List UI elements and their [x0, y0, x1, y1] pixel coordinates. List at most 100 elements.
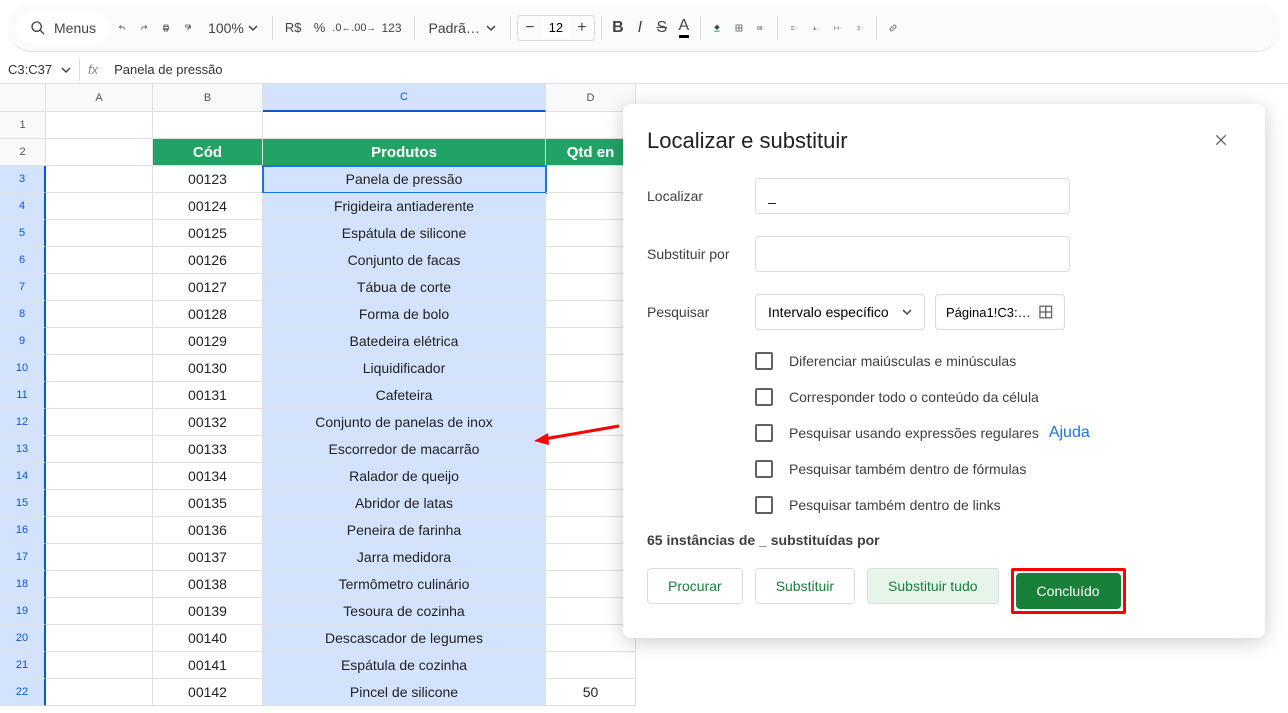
- text-color-icon[interactable]: A: [674, 18, 694, 38]
- cell[interactable]: 00125: [153, 220, 263, 247]
- cell[interactable]: Tábua de corte: [263, 274, 546, 301]
- cell[interactable]: Frigideira antiaderente: [263, 193, 546, 220]
- text-rotation-icon[interactable]: [850, 18, 870, 38]
- decrease-font-button[interactable]: −: [518, 16, 542, 40]
- done-button[interactable]: Concluído: [1016, 573, 1121, 609]
- cell[interactable]: Espátula de cozinha: [263, 652, 546, 679]
- paint-format-icon[interactable]: [178, 18, 198, 38]
- cell[interactable]: 00138: [153, 571, 263, 598]
- text-wrap-icon[interactable]: [828, 18, 848, 38]
- cell[interactable]: [46, 301, 153, 328]
- col-header-d[interactable]: D: [546, 84, 636, 112]
- cell[interactable]: [46, 139, 153, 166]
- cell[interactable]: [46, 409, 153, 436]
- increase-font-button[interactable]: +: [570, 16, 594, 40]
- undo-icon[interactable]: [112, 18, 132, 38]
- range-input[interactable]: Página1!C3:C37: [935, 294, 1065, 330]
- strikethrough-icon[interactable]: S: [652, 18, 672, 38]
- row-header[interactable]: 20: [0, 625, 46, 652]
- cell[interactable]: 00124: [153, 193, 263, 220]
- cell[interactable]: Cafeteira: [263, 382, 546, 409]
- match-case-checkbox[interactable]: [755, 352, 773, 370]
- font-size-input[interactable]: [542, 17, 570, 39]
- close-button[interactable]: [1213, 124, 1245, 156]
- cell[interactable]: [46, 220, 153, 247]
- cell[interactable]: 00133: [153, 436, 263, 463]
- cell[interactable]: [46, 166, 153, 193]
- cell[interactable]: [46, 679, 153, 706]
- increase-decimal-icon[interactable]: .00→: [353, 18, 373, 38]
- cell[interactable]: 00140: [153, 625, 263, 652]
- cell[interactable]: 00134: [153, 463, 263, 490]
- merge-cells-icon[interactable]: [751, 18, 771, 38]
- cell[interactable]: Conjunto de panelas de inox: [263, 409, 546, 436]
- zoom-dropdown[interactable]: 100%: [200, 16, 266, 40]
- cell[interactable]: Ralador de queijo: [263, 463, 546, 490]
- fill-color-icon[interactable]: [707, 18, 727, 38]
- cell[interactable]: 00135: [153, 490, 263, 517]
- cell[interactable]: [46, 598, 153, 625]
- cell[interactable]: Tesoura de cozinha: [263, 598, 546, 625]
- col-header-b[interactable]: B: [153, 84, 263, 112]
- cell[interactable]: [46, 652, 153, 679]
- row-header[interactable]: 2: [0, 139, 46, 166]
- cell[interactable]: Produtos: [263, 139, 546, 166]
- cell[interactable]: 00136: [153, 517, 263, 544]
- row-header[interactable]: 5: [0, 220, 46, 247]
- cell[interactable]: Panela de pressão: [263, 166, 546, 193]
- col-header-c[interactable]: C: [263, 84, 546, 112]
- cell[interactable]: Peneira de farinha: [263, 517, 546, 544]
- cell[interactable]: [263, 112, 546, 139]
- row-header[interactable]: 19: [0, 598, 46, 625]
- cell[interactable]: Termômetro culinário: [263, 571, 546, 598]
- cell[interactable]: Abridor de latas: [263, 490, 546, 517]
- italic-icon[interactable]: I: [630, 18, 650, 38]
- decrease-decimal-icon[interactable]: .0←: [331, 18, 351, 38]
- row-header[interactable]: 13: [0, 436, 46, 463]
- row-header[interactable]: 9: [0, 328, 46, 355]
- cell[interactable]: [46, 382, 153, 409]
- cell[interactable]: [46, 274, 153, 301]
- search-links-checkbox[interactable]: [755, 496, 773, 514]
- replace-all-button[interactable]: Substituir tudo: [867, 568, 999, 604]
- cell[interactable]: Forma de bolo: [263, 301, 546, 328]
- find-button[interactable]: Procurar: [647, 568, 743, 604]
- bold-icon[interactable]: B: [608, 18, 628, 38]
- row-header[interactable]: 7: [0, 274, 46, 301]
- cell[interactable]: [46, 193, 153, 220]
- cell[interactable]: Pincel de silicone: [263, 679, 546, 706]
- replace-button[interactable]: Substituir: [755, 568, 855, 604]
- font-family-dropdown[interactable]: Padrã…: [421, 16, 504, 40]
- match-entire-cell-checkbox[interactable]: [755, 388, 773, 406]
- row-header[interactable]: 8: [0, 301, 46, 328]
- cell[interactable]: [46, 112, 153, 139]
- percent-format[interactable]: %: [309, 18, 329, 38]
- select-all-corner[interactable]: [0, 84, 46, 112]
- search-formulas-checkbox[interactable]: [755, 460, 773, 478]
- print-icon[interactable]: [156, 18, 176, 38]
- cell[interactable]: 00139: [153, 598, 263, 625]
- row-header[interactable]: 22: [0, 679, 46, 706]
- row-header[interactable]: 17: [0, 544, 46, 571]
- formula-input[interactable]: Panela de pressão: [106, 58, 1288, 81]
- cell[interactable]: 00123: [153, 166, 263, 193]
- cell[interactable]: [46, 625, 153, 652]
- cell[interactable]: 50: [546, 679, 636, 706]
- row-header[interactable]: 1: [0, 112, 46, 139]
- col-header-a[interactable]: A: [46, 84, 153, 112]
- cell[interactable]: 00131: [153, 382, 263, 409]
- cell[interactable]: Batedeira elétrica: [263, 328, 546, 355]
- cell[interactable]: Escorredor de macarrão: [263, 436, 546, 463]
- cell[interactable]: 00129: [153, 328, 263, 355]
- find-input[interactable]: [755, 178, 1070, 214]
- cell[interactable]: 00142: [153, 679, 263, 706]
- row-header[interactable]: 3: [0, 166, 46, 193]
- cell[interactable]: [46, 571, 153, 598]
- cell[interactable]: [46, 247, 153, 274]
- cell[interactable]: [46, 436, 153, 463]
- row-header[interactable]: 4: [0, 193, 46, 220]
- cell[interactable]: [153, 112, 263, 139]
- cell[interactable]: [46, 328, 153, 355]
- cell[interactable]: Descascador de legumes: [263, 625, 546, 652]
- cell[interactable]: Conjunto de facas: [263, 247, 546, 274]
